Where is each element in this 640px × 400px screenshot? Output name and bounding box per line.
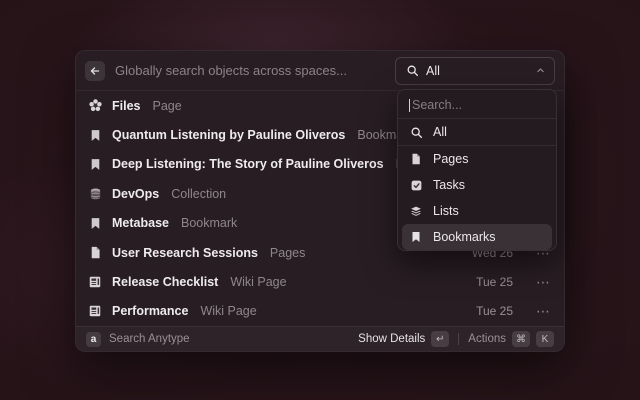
anytype-logo-icon: a [86,332,101,347]
result-type: Wiki Page [230,275,286,289]
filter-dropdown-menu: Search... All Pages Tasks [397,89,557,251]
chevron-up-icon [536,66,545,75]
menu-item-label: All [433,125,447,139]
collection-icon [87,187,103,201]
bookmark-icon [409,230,423,244]
menu-item-all[interactable]: All [398,119,556,145]
filter-menu-search-placeholder: Search... [412,98,462,112]
filter-selected-label: All [426,64,440,78]
arrow-left-icon [89,65,101,77]
wiki-page-icon [87,304,103,318]
lists-icon [409,205,423,218]
footer-divider [458,333,459,345]
global-search-modal: Globally search objects across spaces...… [75,50,565,352]
bookmark-icon [87,216,103,231]
task-icon [409,179,423,192]
filter-menu-search-input[interactable]: Search... [398,92,556,118]
k-key-icon: K [536,331,554,347]
menu-item-label: Bookmarks [433,230,496,244]
bookmark-icon [87,157,103,172]
back-button[interactable] [85,61,105,81]
wiki-page-icon [87,275,103,289]
menu-item-label: Tasks [433,178,465,192]
command-key-icon: ⌘ [512,331,530,347]
return-key-icon: ↵ [431,331,449,347]
menu-item-bookmarks[interactable]: Bookmarks [402,224,552,250]
search-icon [405,64,419,77]
result-type: Pages [270,246,305,260]
show-details-label: Show Details [358,333,425,345]
more-options-icon[interactable]: ⋯ [536,277,550,287]
flower-icon [87,98,103,113]
menu-item-lists[interactable]: Lists [398,198,556,224]
result-date: Tue 25 [476,304,513,318]
footer-bar: a Search Anytype Show Details ↵ Actions … [76,326,564,351]
result-title: Deep Listening: The Story of Pauline Oli… [112,157,384,171]
more-options-icon[interactable]: ⋯ [536,306,550,316]
result-type: Page [153,99,182,113]
search-bar: Globally search objects across spaces...… [76,51,564,91]
result-title: Release Checklist [112,275,218,289]
result-type: Wiki Page [200,304,256,318]
menu-item-pages[interactable]: Pages [398,146,556,172]
filter-select[interactable]: All [395,57,555,85]
app-label: Search Anytype [109,333,190,345]
text-cursor [409,99,410,112]
page-icon [409,152,423,166]
menu-item-label: Lists [433,204,459,218]
global-search-input[interactable]: Globally search objects across spaces... [115,63,387,78]
result-title: Performance [112,304,188,318]
result-type: Bookmark [181,216,237,230]
menu-item-tasks[interactable]: Tasks [398,172,556,198]
result-row-release-checklist[interactable]: Release Checklist Wiki Page Tue 25 ⋯ [76,267,564,296]
result-title: Files [112,99,141,113]
result-type: Collection [171,187,226,201]
result-title: User Research Sessions [112,246,258,260]
result-title: Metabase [112,216,169,230]
result-row-performance[interactable]: Performance Wiki Page Tue 25 ⋯ [76,297,564,326]
search-icon [409,126,423,139]
result-title: Quantum Listening by Pauline Oliveros [112,128,345,142]
result-date: Tue 25 [476,275,513,289]
actions-label: Actions [468,333,506,345]
page-icon [87,245,103,260]
bookmark-icon [87,128,103,143]
desktop-background: Globally search objects across spaces...… [0,0,640,400]
menu-item-label: Pages [433,152,468,166]
result-title: DevOps [112,187,159,201]
